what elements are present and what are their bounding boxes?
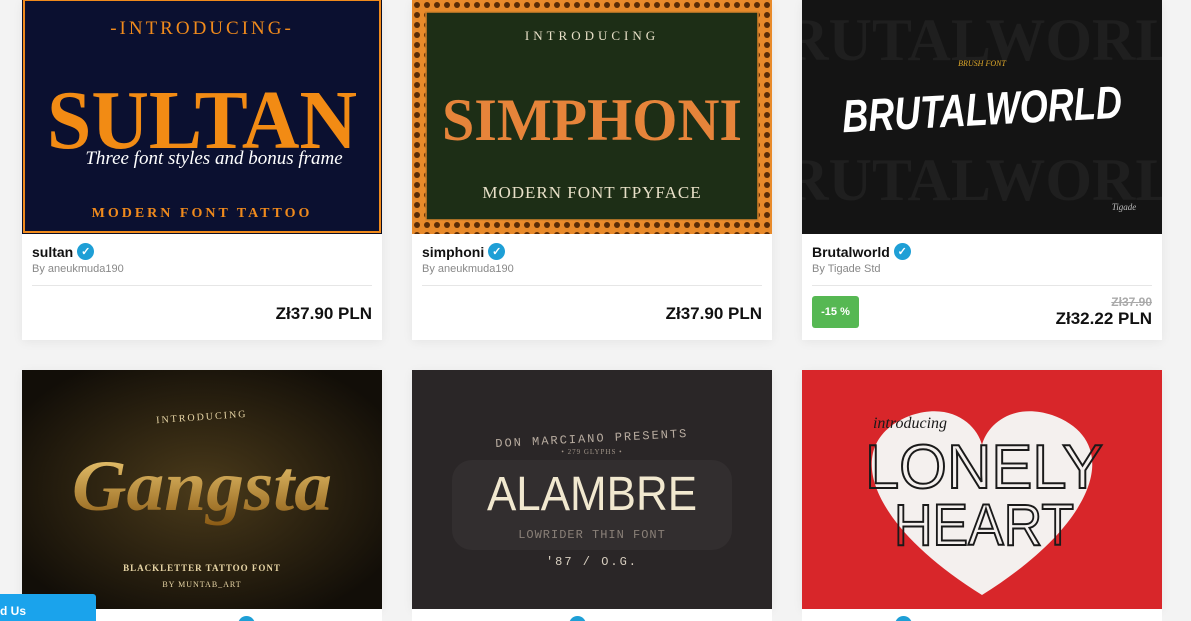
alambre-artwork: DON MARCIANO PRESENTS • 279 GLYPHS • ALA… — [412, 370, 772, 609]
product-title[interactable]: sultan — [32, 244, 73, 260]
art-main2-text: HEART — [894, 493, 1074, 558]
art-main-text: ALAMBRE — [487, 468, 697, 521]
product-card[interactable]: BRUTALWORLD BRUTALWORLD BRUSH FONT BRUTA… — [802, 0, 1162, 340]
product-thumbnail[interactable]: -INTRODUCING- SULTAN Three font styles a… — [22, 0, 382, 234]
art-main1-text: LONELY — [865, 433, 1103, 502]
product-author[interactable]: By aneukmuda190 — [422, 263, 762, 275]
svg-text:BRUTALWORLD: BRUTALWORLD — [802, 147, 1162, 213]
art-top-text: INTRODUCING — [525, 28, 659, 43]
product-thumbnail[interactable]: introducing LONELY HEART — [802, 370, 1162, 609]
art-brand-text: Tigade — [1112, 202, 1137, 212]
product-thumbnail[interactable]: BRUTALWORLD BRUTALWORLD BRUSH FONT BRUTA… — [802, 0, 1162, 234]
divider — [422, 285, 762, 286]
art-main-text: Gangsta — [72, 446, 332, 526]
verified-check-icon — [238, 616, 255, 621]
verified-check-icon — [895, 616, 912, 621]
simphoni-artwork: INTRODUCING SIMPHONI MODERN FONT TPYFACE — [412, 0, 772, 234]
art-bottom-text: MODERN FONT TPYFACE — [482, 183, 701, 202]
product-price: Zł37.90 PLN — [275, 304, 372, 323]
brutalworld-artwork: BRUTALWORLD BRUTALWORLD BRUSH FONT BRUTA… — [802, 0, 1162, 234]
divider — [812, 285, 1152, 286]
product-card[interactable]: INTRODUCING SIMPHONI MODERN FONT TPYFACE… — [412, 0, 772, 340]
art-bottom-text: MODERN FONT TATTOO — [92, 206, 313, 221]
discount-badge: -15 % — [812, 296, 859, 328]
lonely-heart-artwork: introducing LONELY HEART — [802, 370, 1162, 609]
verified-check-icon: ✓ — [77, 243, 95, 260]
product-author[interactable]: By Tigade Std — [812, 263, 1152, 275]
product-thumbnail[interactable]: INTRODUCING SIMPHONI MODERN FONT TPYFACE — [412, 0, 772, 234]
product-card[interactable]: -INTRODUCING- SULTAN Three font styles a… — [22, 0, 382, 340]
gangsta-artwork: INTRODUCING Gangsta BLACKLETTER TATTOO F… — [22, 370, 382, 609]
product-title[interactable]: simphoni — [422, 244, 484, 260]
product-price: Zł32.22 PLN — [1055, 309, 1152, 328]
product-price: Zł37.90 PLN — [665, 304, 762, 323]
product-info-partial — [412, 609, 772, 621]
product-grid: -INTRODUCING- SULTAN Three font styles a… — [0, 0, 1191, 621]
verified-check-icon: ✓ — [488, 243, 506, 260]
art-year-text: '87 / O.G. — [546, 555, 638, 569]
verified-check-icon — [569, 616, 586, 621]
verified-check-icon: ✓ — [893, 243, 911, 260]
contact-us-tab[interactable]: d Us — [0, 594, 96, 621]
product-card[interactable]: INTRODUCING Gangsta BLACKLETTER TATTOO F… — [22, 370, 382, 609]
product-info-partial — [802, 609, 1162, 621]
product-thumbnail[interactable]: DON MARCIANO PRESENTS • 279 GLYPHS • ALA… — [412, 370, 772, 609]
product-info: sultan ✓ By aneukmuda190 Zł37.90 PLN — [22, 234, 382, 340]
art-sub1-text: BLACKLETTER TATTOO FONT — [123, 563, 281, 573]
original-price: Zł37.90 — [1111, 295, 1152, 309]
art-main-text: SIMPHONI — [442, 87, 742, 153]
divider — [32, 285, 372, 286]
art-sub-text: LOWRIDER THIN FONT — [518, 528, 666, 542]
art-script-text: Three font styles and bonus frame — [85, 148, 342, 169]
product-author[interactable]: By aneukmuda190 — [32, 263, 372, 275]
sultan-artwork: -INTRODUCING- SULTAN Three font styles a… — [23, 0, 381, 233]
product-title[interactable]: Brutalworld — [812, 244, 890, 260]
art-top-text: -INTRODUCING- — [110, 18, 294, 39]
product-info: simphoni ✓ By aneukmuda190 Zł37.90 PLN — [412, 234, 772, 340]
product-card[interactable]: introducing LONELY HEART — [802, 370, 1162, 609]
art-glyphs-text: • 279 GLYPHS • — [561, 448, 622, 456]
product-thumbnail[interactable]: INTRODUCING Gangsta BLACKLETTER TATTOO F… — [22, 370, 382, 609]
product-card[interactable]: DON MARCIANO PRESENTS • 279 GLYPHS • ALA… — [412, 370, 772, 609]
art-small-text: BRUSH FONT — [958, 59, 1006, 68]
art-sub2-text: BY MUNTAB_ART — [162, 580, 241, 589]
product-info: Brutalworld ✓ By Tigade Std -15 % Zł37.9… — [802, 234, 1162, 340]
art-top-text: introducing — [873, 415, 947, 432]
